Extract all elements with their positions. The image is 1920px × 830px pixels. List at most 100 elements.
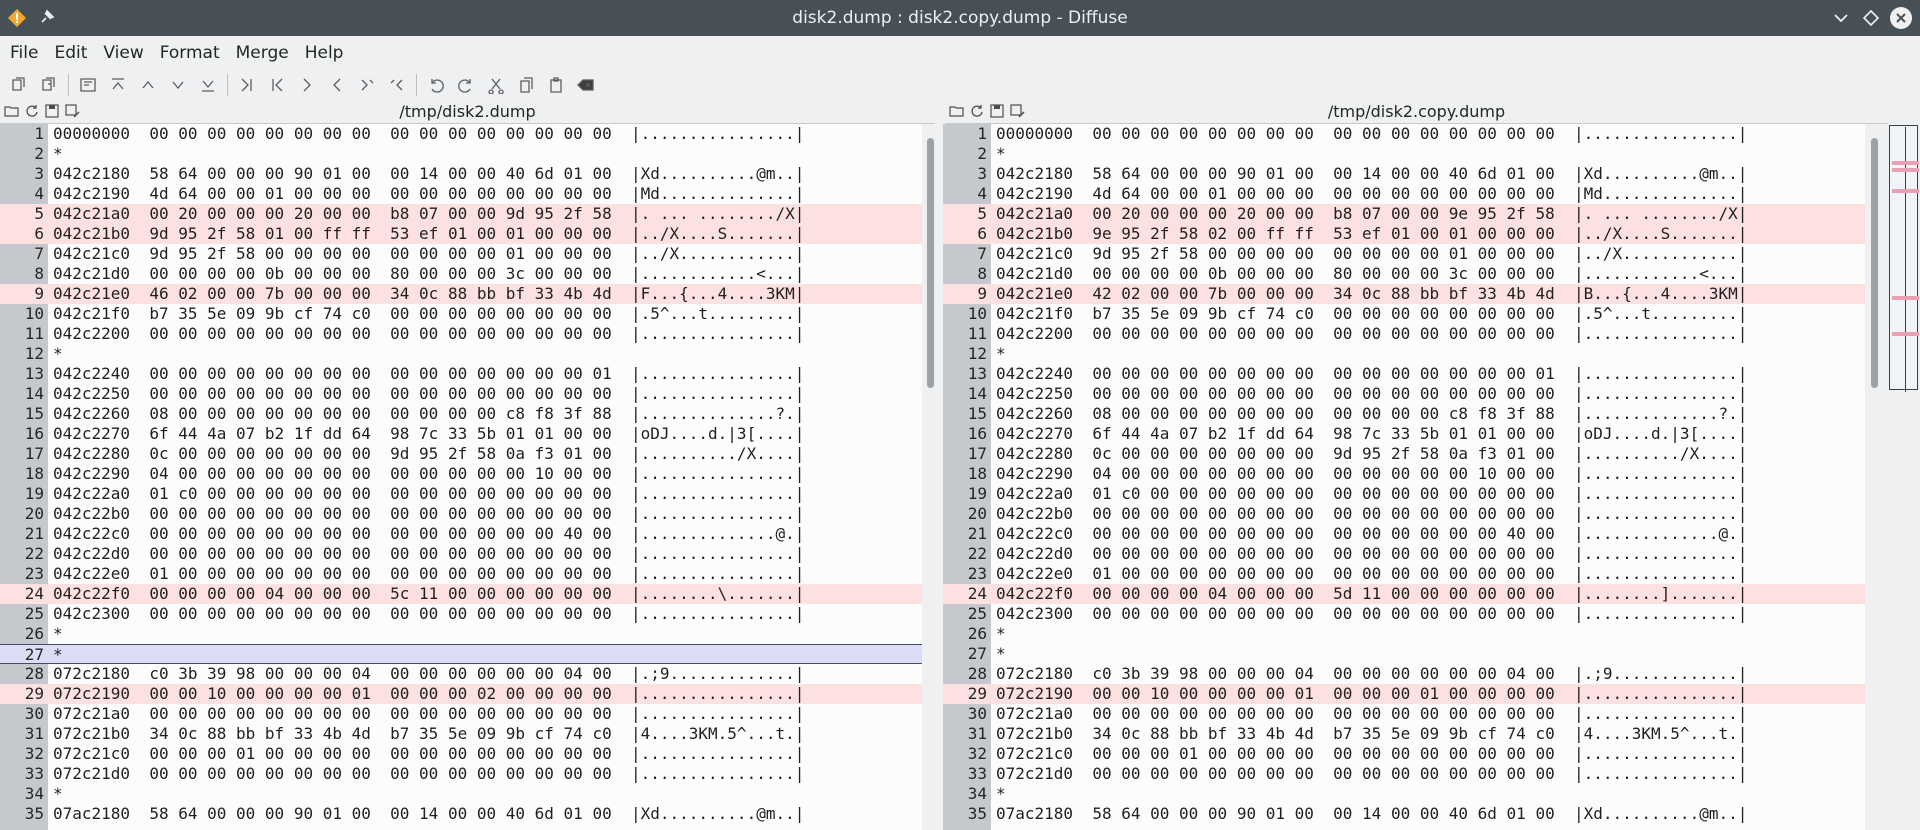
reload-icon[interactable] [969,103,985,119]
text-line[interactable]: 18 042c2290 04 00 00 00 00 00 00 00 00 00… [943,464,1865,484]
text-line[interactable]: 15 042c2260 08 00 00 00 00 00 00 00 00 00… [943,404,1865,424]
text-line[interactable]: 12 * [0,344,922,364]
save-icon[interactable] [989,103,1005,119]
diff-line[interactable]: 29 072c2190 00 00 10 00 00 00 00 01 00 00… [0,684,922,704]
text-line[interactable]: 32 072c21c0 00 00 00 01 00 00 00 00 00 00… [0,744,922,764]
overview-viewport[interactable] [1889,125,1919,392]
menu-merge[interactable]: Merge [228,36,297,70]
text-line[interactable]: 10 042c21f0 b7 35 5e 09 9b cf 74 c0 00 00… [0,304,922,324]
text-line[interactable]: 25 042c2300 00 00 00 00 00 00 00 00 00 00… [0,604,922,624]
last-diff-button[interactable] [193,71,223,99]
text-line[interactable]: 17 042c2280 0c 00 00 00 00 00 00 00 9d 95… [0,444,922,464]
diff-line[interactable]: 9 042c21e0 46 02 00 00 7b 00 00 00 34 0c … [0,284,922,304]
diff-overview-map[interactable] [1888,124,1920,830]
diff-line[interactable]: 24 042c22f0 00 00 00 00 04 00 00 00 5c 11… [0,584,922,604]
text-line[interactable]: 16 042c2270 6f 44 4a 07 b2 1f dd 64 98 7c… [0,424,922,444]
text-line[interactable]: 28 072c2180 c0 3b 39 98 00 00 00 04 00 00… [943,664,1865,684]
save-icon[interactable] [44,103,60,119]
text-line[interactable]: 2 * [0,144,922,164]
clear-button[interactable] [571,71,601,99]
diff-line[interactable]: 6 042c21b0 9d 95 2f 58 01 00 ff ff 53 ef … [0,224,922,244]
reload-icon[interactable] [24,103,40,119]
text-line[interactable]: 14 042c2250 00 00 00 00 00 00 00 00 00 00… [0,384,922,404]
merge-left-button[interactable] [352,71,382,99]
menu-file[interactable]: File [2,36,46,70]
text-line[interactable]: 20 042c22b0 00 00 00 00 00 00 00 00 00 00… [943,504,1865,524]
undo-button[interactable] [421,71,451,99]
text-line[interactable]: 11 042c2200 00 00 00 00 00 00 00 00 00 00… [0,324,922,344]
save-as-icon[interactable] [1009,103,1025,119]
text-line[interactable]: 18 042c2290 04 00 00 00 00 00 00 00 00 00… [0,464,922,484]
text-line[interactable]: 10 042c21f0 b7 35 5e 09 9b cf 74 c0 00 00… [943,304,1865,324]
text-line[interactable]: 22 042c22d0 00 00 00 00 00 00 00 00 00 00… [943,544,1865,564]
menu-view[interactable]: View [95,36,151,70]
text-line[interactable]: 31 072c21b0 34 0c 88 bb bf 33 4b 4d b7 35… [0,724,922,744]
text-line[interactable]: 8 042c21d0 00 00 00 00 0b 00 00 00 80 00 … [943,264,1865,284]
text-line[interactable]: 23 042c22e0 01 00 00 00 00 00 00 00 00 00… [0,564,922,584]
text-line[interactable]: 7 042c21c0 9d 95 2f 58 00 00 00 00 00 00 … [943,244,1865,264]
text-line[interactable]: 1 00000000 00 00 00 00 00 00 00 00 00 00 … [0,124,922,144]
paste-button[interactable] [541,71,571,99]
copy-left-button[interactable] [4,71,34,99]
text-line[interactable]: 35 07ac2180 58 64 00 00 00 90 01 00 00 14… [943,804,1865,824]
text-line[interactable]: 1 00000000 00 00 00 00 00 00 00 00 00 00 … [943,124,1865,144]
text-line[interactable]: 33 072c21d0 00 00 00 00 00 00 00 00 00 00… [943,764,1865,784]
diff-line[interactable]: 6 042c21b0 9e 95 2f 58 02 00 ff ff 53 ef … [943,224,1865,244]
text-line[interactable]: 27 * [943,644,1865,664]
diff-line[interactable]: 5 042c21a0 00 20 00 00 00 20 00 00 b8 07 … [943,204,1865,224]
text-line[interactable]: 35 07ac2180 58 64 00 00 00 90 01 00 00 14… [0,804,922,824]
text-line[interactable]: 19 042c22a0 01 c0 00 00 00 00 00 00 00 00… [943,484,1865,504]
text-line[interactable]: 3 042c2180 58 64 00 00 00 90 01 00 00 14 … [0,164,922,184]
copy-right-button[interactable] [34,71,64,99]
right-scrollbar[interactable] [1868,124,1880,830]
minimize-icon[interactable] [1830,7,1852,29]
text-line[interactable]: 19 042c22a0 01 c0 00 00 00 00 00 00 00 00… [0,484,922,504]
maximize-icon[interactable] [1860,7,1882,29]
menu-format[interactable]: Format [152,36,228,70]
first-diff-button[interactable] [103,71,133,99]
previous-button[interactable] [322,71,352,99]
diff-line[interactable]: 29 072c2190 00 00 10 00 00 00 00 01 00 00… [943,684,1865,704]
text-line[interactable]: 20 042c22b0 00 00 00 00 00 00 00 00 00 00… [0,504,922,524]
diff-line[interactable]: 24 042c22f0 00 00 00 00 04 00 00 00 5d 11… [943,584,1865,604]
text-line[interactable]: 33 072c21d0 00 00 00 00 00 00 00 00 00 00… [0,764,922,784]
text-line[interactable]: 4 042c2190 4d 64 00 00 01 00 00 00 00 00 … [0,184,922,204]
merge-right-button[interactable] [382,71,412,99]
left-scrollbar[interactable] [924,124,936,830]
next-button[interactable] [292,71,322,99]
text-line[interactable]: 4 042c2190 4d 64 00 00 01 00 00 00 00 00 … [943,184,1865,204]
cut-button[interactable] [481,71,511,99]
text-line[interactable]: 30 072c21a0 00 00 00 00 00 00 00 00 00 00… [943,704,1865,724]
copy-button[interactable] [511,71,541,99]
text-line[interactable]: 34 * [943,784,1865,804]
open-file-icon[interactable] [4,103,20,119]
left-scrollbar-thumb[interactable] [927,138,934,388]
text-line[interactable]: 2 * [943,144,1865,164]
text-line[interactable]: 23 042c22e0 01 00 00 00 00 00 00 00 00 00… [943,564,1865,584]
close-icon[interactable] [1890,7,1912,29]
realign-button[interactable] [73,71,103,99]
text-line[interactable]: 13 042c2240 00 00 00 00 00 00 00 00 00 00… [0,364,922,384]
text-line[interactable]: 15 042c2260 08 00 00 00 00 00 00 00 00 00… [0,404,922,424]
right-scrollbar-thumb[interactable] [1871,138,1878,388]
text-line[interactable]: 30 072c21a0 00 00 00 00 00 00 00 00 00 00… [0,704,922,724]
right-text-pane[interactable]: 1 00000000 00 00 00 00 00 00 00 00 00 00 … [943,124,1865,830]
text-line[interactable]: 12 * [943,344,1865,364]
save-as-icon[interactable] [64,103,80,119]
text-line[interactable]: 21 042c22c0 00 00 00 00 00 00 00 00 00 00… [0,524,922,544]
text-line[interactable]: 34 * [0,784,922,804]
goto-end-button[interactable] [232,71,262,99]
text-line[interactable]: 32 072c21c0 00 00 00 01 00 00 00 00 00 00… [943,744,1865,764]
cursor-line[interactable]: 27 * [0,644,922,664]
text-line[interactable]: 28 072c2180 c0 3b 39 98 00 00 00 04 00 00… [0,664,922,684]
menu-edit[interactable]: Edit [46,36,95,70]
text-line[interactable]: 11 042c2200 00 00 00 00 00 00 00 00 00 00… [943,324,1865,344]
text-line[interactable]: 17 042c2280 0c 00 00 00 00 00 00 00 9d 95… [943,444,1865,464]
text-line[interactable]: 8 042c21d0 00 00 00 00 0b 00 00 00 80 00 … [0,264,922,284]
text-line[interactable]: 25 042c2300 00 00 00 00 00 00 00 00 00 00… [943,604,1865,624]
left-text-pane[interactable]: 1 00000000 00 00 00 00 00 00 00 00 00 00 … [0,124,922,830]
redo-button[interactable] [451,71,481,99]
next-diff-button[interactable] [163,71,193,99]
open-file-icon[interactable] [949,103,965,119]
text-line[interactable]: 26 * [0,624,922,644]
